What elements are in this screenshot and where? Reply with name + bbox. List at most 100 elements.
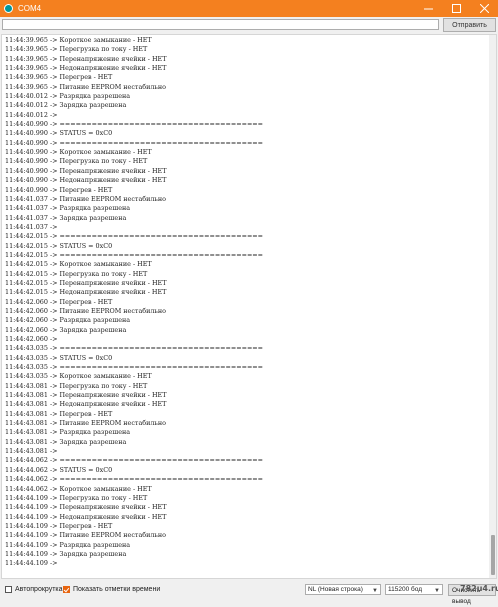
log-text: -> Короткое замыкание - НЕТ xyxy=(49,484,152,493)
log-text: -> =====================================… xyxy=(49,344,264,353)
log-timestamp: 11:44:40.012 xyxy=(5,110,48,119)
log-line: 11:44:40.990 -> Короткое замыкание - НЕТ xyxy=(5,148,263,157)
log-line: 11:44:43.081 -> Недонапряжение ячейки - … xyxy=(5,400,263,409)
log-timestamp: 11:44:43.081 xyxy=(5,391,48,400)
timestamps-checkbox[interactable] xyxy=(63,586,70,593)
log-text: -> xyxy=(49,447,58,456)
log-timestamp: 11:44:43.081 xyxy=(5,428,48,437)
log-text: -> Недонапряжение ячейки - НЕТ xyxy=(49,64,167,73)
log-timestamp: 11:44:44.109 xyxy=(5,531,48,540)
log-line: 11:44:43.035 -> Короткое замыкание - НЕТ xyxy=(5,372,263,381)
log-timestamp: 11:44:40.990 xyxy=(5,185,48,194)
log-timestamp: 11:44:42.015 xyxy=(5,260,48,269)
autoscroll-checkbox[interactable] xyxy=(5,586,12,593)
log-line: 11:44:40.012 -> Разрядка разрешена xyxy=(5,92,263,101)
scroll-thumb[interactable] xyxy=(491,535,495,575)
log-timestamp: 11:44:41.037 xyxy=(5,222,48,231)
close-button[interactable] xyxy=(470,0,498,17)
line-ending-select[interactable]: NL (Новая строка) ▼ xyxy=(305,584,381,595)
log-text: -> =====================================… xyxy=(49,250,264,259)
log-text: -> Разрядка разрешена xyxy=(49,428,131,437)
log-text: -> =====================================… xyxy=(49,232,264,241)
log-timestamp: 11:44:42.060 xyxy=(5,335,48,343)
log-text: -> Недонапряжение ячейки - НЕТ xyxy=(49,288,167,297)
log-text: -> Перенапряжение ячейки - НЕТ xyxy=(49,278,167,287)
log-text: -> xyxy=(49,222,58,231)
log-timestamp: 11:44:43.035 xyxy=(5,344,48,353)
log-text: -> Зарядка разрешена xyxy=(49,101,127,110)
log-line: 11:44:44.062 -> ========================… xyxy=(5,456,263,465)
log-line: 11:44:40.012 -> xyxy=(5,111,263,120)
log-line: 11:44:39.965 -> Питание EEPROM нестабиль… xyxy=(5,83,263,92)
log-timestamp: 11:44:39.965 xyxy=(5,64,48,73)
log-text: -> =====================================… xyxy=(49,138,264,147)
maximize-button[interactable] xyxy=(442,0,470,17)
log-timestamp: 11:44:42.015 xyxy=(5,269,48,278)
log-line: 11:44:44.062 -> STATUS = 0xC0 xyxy=(5,466,263,475)
window-title: COM4 xyxy=(18,4,42,13)
autoscroll-label: Автопрокрутка xyxy=(15,586,63,593)
log-text: -> Короткое замыкание - НЕТ xyxy=(49,372,152,381)
log-timestamp: 11:44:41.037 xyxy=(5,194,48,203)
log-timestamp: 11:44:42.015 xyxy=(5,250,48,259)
log-line: 11:44:43.081 -> Зарядка разрешена xyxy=(5,438,263,447)
log-timestamp: 11:44:43.081 xyxy=(5,409,48,418)
log-text: -> Перегрев - НЕТ xyxy=(49,297,113,306)
log-timestamp: 11:44:44.109 xyxy=(5,540,48,549)
log-line: 11:44:39.965 -> Недонапряжение ячейки - … xyxy=(5,64,263,73)
log-text: -> Перегрузка по току - НЕТ xyxy=(49,269,148,278)
log-line: 11:44:42.015 -> Короткое замыкание - НЕТ xyxy=(5,260,263,269)
log-line: 11:44:44.062 -> Короткое замыкание - НЕТ xyxy=(5,485,263,494)
log-timestamp: 11:44:44.109 xyxy=(5,559,48,568)
log-text: -> Разрядка разрешена xyxy=(49,316,131,325)
log-timestamp: 11:44:39.965 xyxy=(5,82,48,91)
log-line: 11:44:42.015 -> Перенапряжение ячейки - … xyxy=(5,279,263,288)
log-text: -> =====================================… xyxy=(49,475,264,484)
log-timestamp: 11:44:42.060 xyxy=(5,297,48,306)
log-text: -> STATUS = 0xC0 xyxy=(49,241,113,250)
vertical-scrollbar[interactable] xyxy=(489,35,496,578)
send-button[interactable]: Отправить xyxy=(443,18,496,32)
log-text: -> Короткое замыкание - НЕТ xyxy=(49,148,152,157)
log-line: 11:44:40.012 -> Зарядка разрешена xyxy=(5,101,263,110)
log-line: 11:44:40.990 -> Недонапряжение ячейки - … xyxy=(5,176,263,185)
log-timestamp: 11:44:43.081 xyxy=(5,437,48,446)
log-timestamp: 11:44:40.990 xyxy=(5,129,48,138)
log-timestamp: 11:44:40.990 xyxy=(5,166,48,175)
log-line: 11:44:44.109 -> Зарядка разрешена xyxy=(5,550,263,559)
log-text: -> Недонапряжение ячейки - НЕТ xyxy=(49,400,167,409)
log-line: 11:44:43.081 -> Разрядка разрешена xyxy=(5,428,263,437)
close-icon xyxy=(479,4,489,13)
log-line: 11:44:44.109 -> Недонапряжение ячейки - … xyxy=(5,513,263,522)
log-text: -> =====================================… xyxy=(49,363,264,372)
baud-rate-select[interactable]: 115200 бод ▼ xyxy=(385,584,443,595)
command-input[interactable] xyxy=(2,19,439,30)
log-text: -> Зарядка разрешена xyxy=(49,213,127,222)
log-line: 11:44:43.081 -> Питание EEPROM нестабиль… xyxy=(5,419,263,428)
log-line: 11:44:42.015 -> Перегрузка по току - НЕТ xyxy=(5,270,263,279)
log-timestamp: 11:44:40.990 xyxy=(5,176,48,185)
arduino-icon xyxy=(4,4,13,13)
log-text: -> Разрядка разрешена xyxy=(49,92,131,101)
log-line: 11:44:40.990 -> Перегрузка по току - НЕТ xyxy=(5,157,263,166)
log-line: 11:44:43.035 -> STATUS = 0xC0 xyxy=(5,354,263,363)
log-text: -> Перегрузка по току - НЕТ xyxy=(49,157,148,166)
log-line: 11:44:40.990 -> Перенапряжение ячейки - … xyxy=(5,167,263,176)
log-timestamp: 11:44:42.060 xyxy=(5,306,48,315)
log-timestamp: 11:44:40.990 xyxy=(5,148,48,157)
log-line: 11:44:44.109 -> xyxy=(5,559,263,568)
log-line: 11:44:42.015 -> Недонапряжение ячейки - … xyxy=(5,288,263,297)
log-line: 11:44:43.081 -> Перенапряжение ячейки - … xyxy=(5,391,263,400)
log-timestamp: 11:44:41.037 xyxy=(5,204,48,213)
minimize-button[interactable] xyxy=(414,0,442,17)
serial-output[interactable]: 11:44:39.965 -> Короткое замыкание - НЕТ… xyxy=(1,34,497,579)
minimize-icon xyxy=(423,8,433,10)
log-line: 11:44:44.109 -> Перенапряжение ячейки - … xyxy=(5,503,263,512)
log-text: -> Перегрев - НЕТ xyxy=(49,185,113,194)
log-text: -> Зарядка разрешена xyxy=(49,325,127,334)
footer-bar: Автопрокрутка Показать отметки времени N… xyxy=(0,580,498,605)
log-text: -> Питание EEPROM нестабильно xyxy=(49,419,167,428)
log-line: 11:44:42.015 -> ========================… xyxy=(5,251,263,260)
log-timestamp: 11:44:43.081 xyxy=(5,447,48,456)
title-bar: COM4 xyxy=(0,0,498,17)
